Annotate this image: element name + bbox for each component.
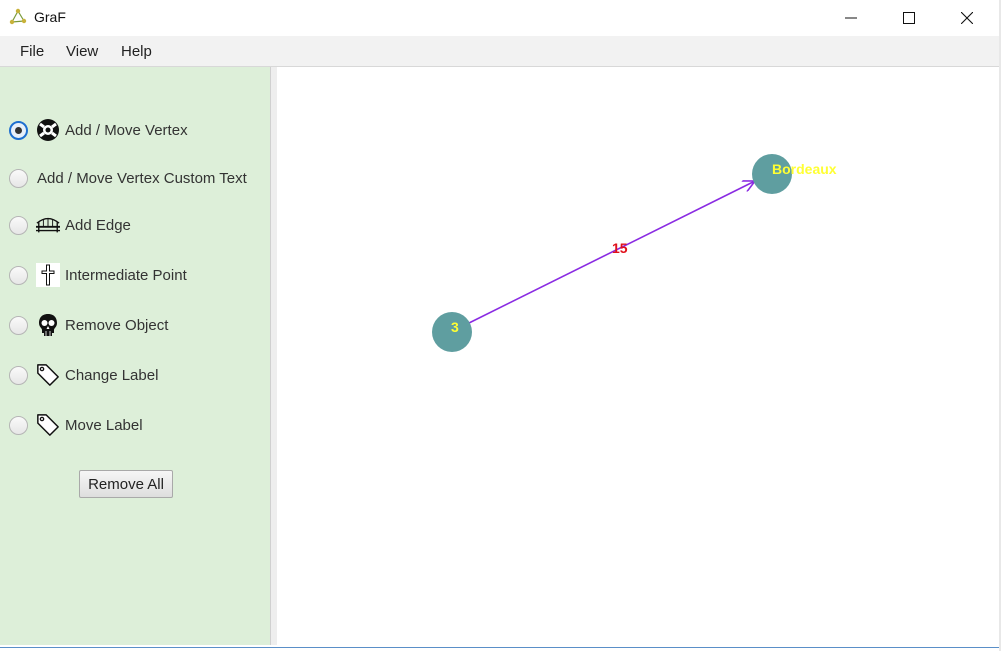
lifebuoy-icon bbox=[36, 118, 60, 142]
tool-intermediate-point[interactable]: Intermediate Point bbox=[9, 260, 187, 290]
radio-remove-object[interactable] bbox=[9, 315, 28, 335]
tool-label: Intermediate Point bbox=[65, 266, 187, 284]
maximize-button[interactable] bbox=[880, 0, 938, 36]
edge-label[interactable]: 15 bbox=[612, 240, 628, 256]
radio-change-label[interactable] bbox=[9, 365, 28, 385]
maximize-icon bbox=[903, 12, 915, 24]
menu-view[interactable]: View bbox=[66, 43, 98, 60]
minimize-button[interactable] bbox=[822, 0, 880, 36]
tool-change-label[interactable]: Change Label bbox=[9, 360, 158, 390]
menu-file[interactable]: File bbox=[20, 43, 44, 60]
menu-bar: File View Help bbox=[0, 36, 999, 67]
tool-remove-object[interactable]: Remove Object bbox=[9, 310, 168, 340]
tool-panel: Add / Move Vertex Add / Move Vertex Cust… bbox=[0, 67, 271, 645]
radio-intermediate-point[interactable] bbox=[9, 265, 28, 285]
graph-app-icon bbox=[9, 8, 27, 25]
vertex-label[interactable]: 3 bbox=[451, 319, 459, 335]
remove-all-button[interactable]: Remove All bbox=[79, 470, 173, 498]
tool-label: Remove Object bbox=[65, 316, 169, 334]
tool-add-move-vertex[interactable]: Add / Move Vertex bbox=[9, 115, 188, 145]
radio-add-move-vertex[interactable] bbox=[9, 120, 28, 140]
bridge-icon bbox=[36, 213, 60, 237]
radio-move-label[interactable] bbox=[9, 415, 28, 435]
tool-label: Add Edge bbox=[65, 216, 131, 234]
graph-edge[interactable] bbox=[466, 181, 755, 325]
tool-move-label[interactable]: Move Label bbox=[9, 410, 143, 440]
cross-icon bbox=[36, 263, 60, 287]
radio-add-edge[interactable] bbox=[9, 215, 28, 235]
graph-canvas[interactable]: 15 3 Bordeaux bbox=[277, 67, 999, 645]
tool-label: Move Label bbox=[65, 416, 143, 434]
close-button[interactable] bbox=[938, 0, 996, 36]
tool-label: Add / Move Vertex bbox=[65, 121, 188, 139]
graph-drawing: 15 3 Bordeaux bbox=[432, 154, 837, 352]
radio-add-move-vertex-custom-text[interactable] bbox=[9, 168, 28, 188]
tool-add-move-vertex-custom-text[interactable]: Add / Move Vertex Custom Text bbox=[9, 163, 247, 193]
tool-add-edge[interactable]: Add Edge bbox=[9, 210, 131, 240]
skull-icon bbox=[36, 313, 60, 337]
tool-label: Add / Move Vertex Custom Text bbox=[37, 169, 247, 187]
window-title: GraF bbox=[34, 9, 66, 25]
minimize-icon bbox=[845, 17, 857, 19]
title-bar: GraF bbox=[0, 0, 999, 36]
vertex-label[interactable]: Bordeaux bbox=[772, 161, 837, 177]
tag-icon bbox=[36, 413, 60, 437]
tag-icon bbox=[36, 363, 60, 387]
tool-label: Change Label bbox=[65, 366, 159, 384]
close-icon bbox=[961, 12, 973, 24]
menu-help[interactable]: Help bbox=[121, 43, 152, 60]
app-window: GraF File View Help Add / Move Vertex Ad… bbox=[0, 0, 1000, 648]
